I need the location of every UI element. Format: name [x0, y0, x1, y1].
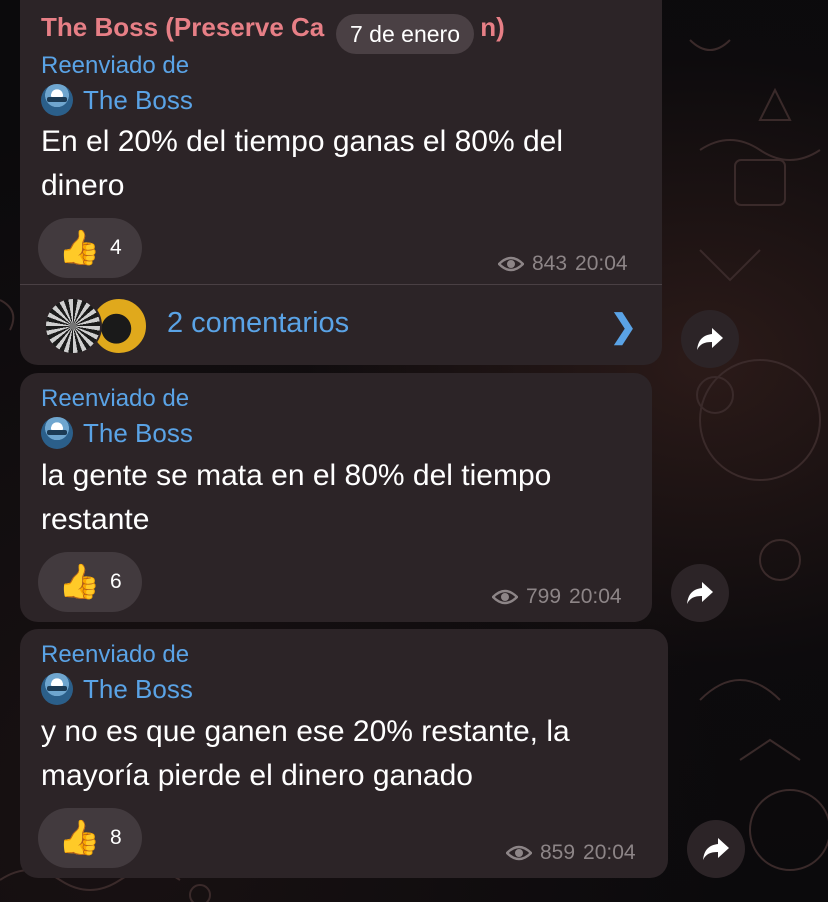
share-arrow-icon [697, 328, 723, 350]
forwarded-label: Reenviado de [41, 52, 190, 79]
message-meta: 799 20:04 [492, 585, 622, 609]
view-count: 799 [526, 585, 562, 608]
reaction-chip[interactable]: 👍 6 [38, 552, 142, 612]
thumbs-up-icon: 👍 [58, 229, 101, 267]
message-bubble[interactable]: Reenviado de The Boss la gente se mata e… [20, 373, 652, 622]
eye-icon [492, 589, 518, 605]
view-count: 859 [540, 841, 576, 864]
view-count: 843 [532, 252, 568, 275]
forwarded-source-name: The Boss [83, 417, 193, 448]
channel-avatar [41, 84, 73, 116]
message-meta: 859 20:04 [506, 841, 636, 865]
share-button[interactable] [687, 820, 745, 878]
message-bubble[interactable]: The Boss (Preserve Ca n) Reenviado de The… [20, 0, 662, 365]
message-time: 20:04 [583, 841, 636, 864]
message-text: En el 20% del tiempo ganas el 80% del di… [41, 125, 564, 202]
reaction-count: 4 [110, 236, 122, 259]
reaction-count: 8 [110, 826, 122, 849]
forwarded-source[interactable]: The Boss [41, 84, 193, 116]
forwarded-source-name: The Boss [83, 673, 193, 704]
reaction-count: 6 [110, 570, 122, 593]
thumbs-up-icon: 👍 [58, 563, 101, 601]
commenter-avatar [44, 297, 102, 355]
forwarded-source-name: The Boss [83, 84, 193, 115]
forwarded-source[interactable]: The Boss [41, 417, 193, 449]
thumbs-up-icon: 👍 [58, 819, 101, 857]
comments-row[interactable]: 2 comentarios ❯ [20, 284, 662, 366]
message-time: 20:04 [575, 252, 628, 275]
forwarded-label: Reenviado de [41, 385, 190, 412]
share-button[interactable] [681, 310, 739, 368]
forwarded-label: Reenviado de [41, 641, 190, 668]
share-arrow-icon [703, 838, 729, 860]
chat-background: The Boss (Preserve Ca n) Reenviado de The… [0, 0, 828, 902]
forwarded-source[interactable]: The Boss [41, 673, 193, 705]
eye-icon [506, 845, 532, 861]
eye-icon [498, 256, 524, 272]
chevron-right-icon: ❯ [610, 308, 637, 344]
date-separator: 7 de enero [336, 14, 474, 54]
message-bubble[interactable]: Reenviado de The Boss y no es que ganen … [20, 629, 668, 878]
reaction-chip[interactable]: 👍 4 [38, 218, 142, 278]
message-text: y no es que ganen ese 20% restante, la m… [41, 715, 570, 792]
reaction-chip[interactable]: 👍 8 [38, 808, 142, 868]
comments-link[interactable]: 2 comentarios [167, 307, 349, 340]
share-button[interactable] [671, 564, 729, 622]
channel-avatar [41, 417, 73, 449]
message-time: 20:04 [569, 585, 622, 608]
message-meta: 843 20:04 [498, 252, 628, 276]
share-arrow-icon [687, 582, 713, 604]
message-text: la gente se mata en el 80% del tiempo re… [41, 459, 552, 536]
channel-avatar [41, 673, 73, 705]
